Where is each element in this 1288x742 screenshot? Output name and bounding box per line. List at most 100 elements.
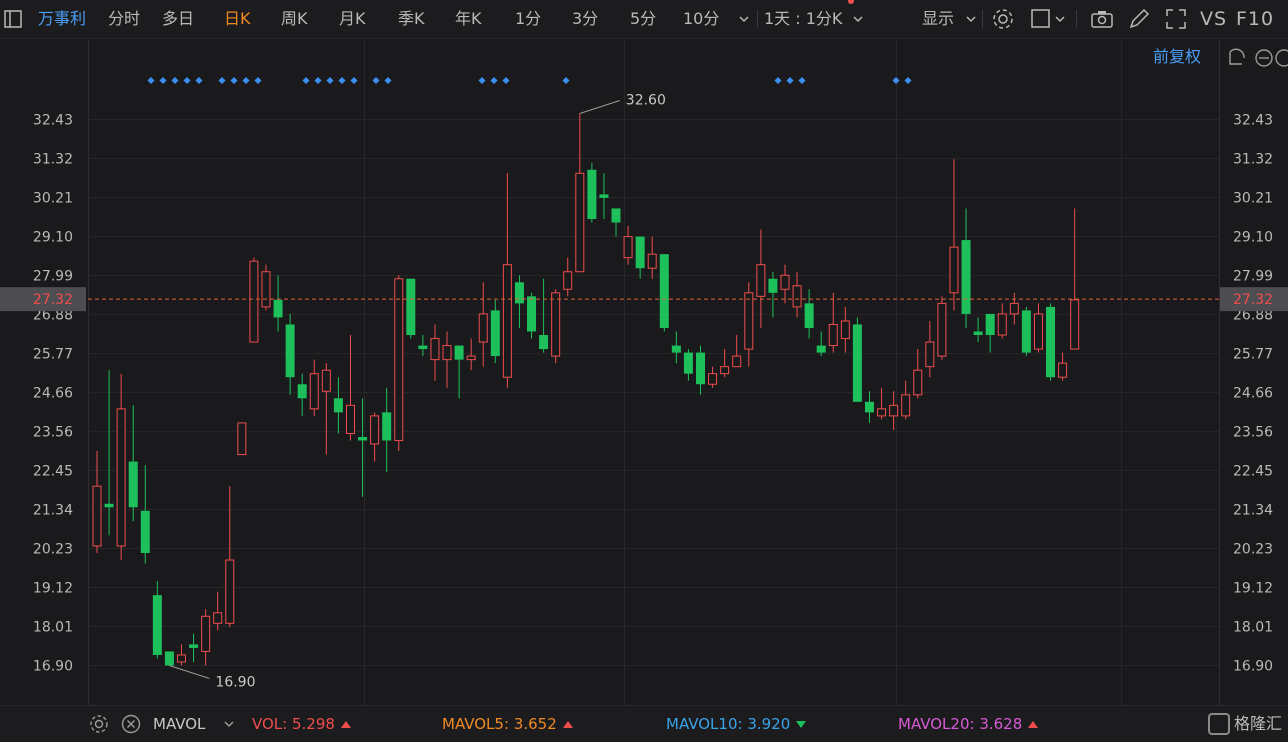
y-tick-label: 30.21	[1233, 191, 1273, 207]
candle-body	[502, 264, 512, 378]
chevron-down-icon[interactable]	[851, 12, 865, 26]
y-axis-left: 32.4331.3230.2129.1027.9926.8825.7724.66…	[33, 113, 73, 675]
candle-body	[768, 278, 778, 293]
candle-body	[358, 436, 368, 441]
y-tick-label: 19.12	[1233, 580, 1273, 596]
candle-body	[1070, 299, 1080, 350]
sidebar-toggle-icon[interactable]	[2, 8, 24, 30]
more-icon[interactable]	[1275, 49, 1288, 67]
display-menu[interactable]: 显示	[922, 0, 954, 38]
candle[interactable]	[406, 278, 416, 339]
candle-body	[527, 296, 537, 332]
candle-body	[575, 172, 585, 273]
camera-icon[interactable]	[1089, 6, 1115, 32]
y-tick-label: 27.99	[33, 269, 73, 285]
gear-icon[interactable]	[990, 6, 1016, 32]
candle-body	[514, 282, 524, 304]
candle[interactable]	[164, 651, 174, 666]
candle-body	[659, 254, 669, 328]
tab-2[interactable]: 多日	[162, 0, 194, 38]
close-icon[interactable]	[118, 711, 144, 737]
fullscreen-icon[interactable]	[1163, 6, 1189, 32]
y-tick-label: 24.66	[33, 386, 73, 402]
candle-body	[285, 324, 295, 378]
candle[interactable]	[937, 296, 947, 360]
period-select[interactable]: 1天 : 1分K	[764, 0, 842, 38]
chevron-down-icon[interactable]	[222, 717, 236, 731]
y-tick-label: 23.56	[1233, 424, 1273, 440]
candle-body	[164, 651, 174, 666]
y-tick-label: 23.56	[33, 424, 73, 440]
mavol10-label: MAVOL10:	[666, 715, 743, 733]
candle[interactable]	[249, 257, 259, 343]
candle-body	[937, 302, 947, 357]
low-price-label: 16.90	[215, 675, 255, 691]
adjust-mode-button[interactable]: 前复权	[1153, 47, 1201, 66]
y-tick-label: 21.34	[33, 502, 73, 518]
brand-name: 格隆汇	[1234, 714, 1283, 733]
candle-body	[683, 352, 693, 374]
y-tick-label: 29.10	[33, 230, 73, 246]
candle-body	[345, 404, 355, 434]
candle-body	[430, 338, 440, 361]
candle-body	[551, 292, 561, 357]
tab-7[interactable]: 年K	[455, 0, 482, 38]
vs-button[interactable]: VS	[1200, 0, 1227, 38]
candle[interactable]	[551, 289, 561, 364]
candle[interactable]	[852, 317, 862, 402]
vol-readout: VOL: 5.298	[252, 706, 351, 742]
y-axis-right: 32.4331.3230.2129.1027.9926.8825.7724.66…	[1233, 113, 1273, 675]
tab-3[interactable]: 日K	[224, 0, 251, 38]
tab-5[interactable]: 月K	[339, 0, 366, 38]
tab-10[interactable]: 5分	[630, 0, 656, 38]
candle[interactable]	[261, 264, 271, 311]
tab-4[interactable]: 周K	[281, 0, 308, 38]
chart-top-controls: 前复权	[1153, 47, 1288, 67]
indicator-select[interactable]: MAVOL	[153, 706, 205, 742]
candle[interactable]	[237, 422, 247, 456]
candle[interactable]	[1021, 306, 1031, 357]
f10-button[interactable]: F10	[1236, 0, 1274, 38]
candle-body	[635, 236, 645, 269]
arrow-up-icon	[340, 721, 351, 728]
tab-6[interactable]: 季K	[398, 0, 425, 38]
arrow-up-icon	[1028, 721, 1039, 728]
arrow-down-icon	[796, 721, 807, 728]
chevron-down-icon[interactable]	[737, 12, 751, 26]
chevron-down-icon[interactable]	[1053, 12, 1067, 26]
stock-name[interactable]: 万事利	[38, 0, 86, 38]
mavol10-value: 3.920	[747, 715, 791, 733]
tab-11[interactable]: 10分	[683, 0, 719, 38]
y-tick-label: 25.77	[33, 347, 73, 363]
tab-9[interactable]: 3分	[572, 0, 598, 38]
candle-body	[189, 644, 199, 648]
candle-body	[201, 615, 211, 652]
zoom-out-icon[interactable]	[1255, 49, 1273, 67]
candle-body	[708, 373, 718, 385]
chevron-down-icon[interactable]	[964, 12, 978, 26]
candle-body	[309, 373, 319, 410]
candlestick-chart[interactable]: 32.4331.3230.2129.1027.9926.8825.7724.66…	[0, 39, 1288, 705]
tab-1[interactable]: 分时	[108, 0, 140, 38]
y-tick-label: 25.77	[1233, 347, 1273, 363]
candle[interactable]	[587, 162, 597, 223]
y-tick-label: 18.01	[1233, 619, 1273, 635]
current-price-label: 27.32	[33, 292, 73, 308]
candle[interactable]	[394, 275, 404, 452]
gear-icon[interactable]	[86, 711, 112, 737]
tab-8[interactable]: 1分	[515, 0, 541, 38]
candle-body	[780, 274, 790, 290]
candle-body	[490, 310, 500, 357]
pencil-icon[interactable]	[1126, 6, 1152, 32]
candle-body	[333, 398, 343, 413]
candle-body	[297, 384, 307, 399]
mavol20-readout: MAVOL20: 3.628	[898, 706, 1039, 742]
candle[interactable]	[659, 254, 669, 332]
toolbar-divider	[982, 10, 983, 28]
y-tick-label: 22.45	[1233, 463, 1273, 479]
candle[interactable]	[1046, 303, 1056, 381]
undo-icon[interactable]	[1229, 48, 1245, 65]
candle-body	[249, 260, 259, 343]
indicator-bar: MAVOL VOL: 5.298 MAVOL5: 3.652 MAVOL10: …	[0, 705, 1288, 742]
square-icon[interactable]	[1028, 6, 1054, 32]
